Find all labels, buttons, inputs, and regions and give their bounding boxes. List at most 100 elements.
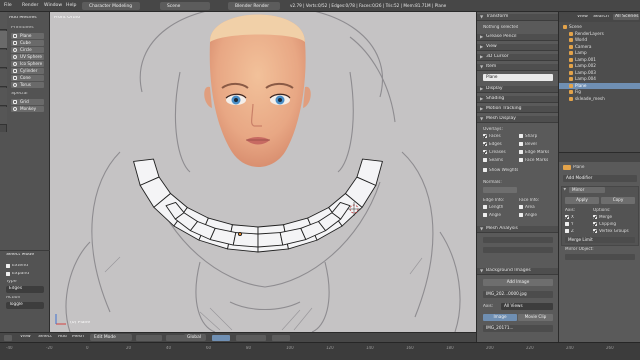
add-circle-button[interactable]: Circle <box>11 47 44 53</box>
type-select[interactable]: Edges <box>6 286 44 293</box>
3d-cursor-panel-header[interactable]: ▶ 3D Cursor <box>477 54 558 61</box>
item-panel-header[interactable]: ▼ Item <box>477 64 558 71</box>
creases-overlay-checkbox[interactable] <box>483 150 487 154</box>
orientation-select[interactable]: Global <box>184 334 206 341</box>
display-panel-header[interactable]: ▶ Display <box>477 86 558 93</box>
outliner-item[interactable]: Scene <box>559 24 640 30</box>
modifier-name-field[interactable]: Mirror <box>569 187 605 193</box>
outliner-item[interactable]: RenderLayers <box>559 31 640 37</box>
show-weights-checkbox[interactable] <box>483 168 487 172</box>
menu-view[interactable]: View <box>20 335 31 340</box>
axis-y-checkbox[interactable] <box>565 222 569 226</box>
mirror-object-field[interactable] <box>565 254 635 260</box>
clipping-checkbox[interactable] <box>593 222 597 226</box>
edit-mesh[interactable] <box>133 158 383 253</box>
image-file-select[interactable]: IMG_20171... <box>483 325 553 332</box>
bevel-overlay-checkbox[interactable] <box>519 142 523 146</box>
modifier-expand-arrow-icon[interactable]: ▼ <box>563 188 567 193</box>
edge-angle-checkbox[interactable] <box>483 213 487 217</box>
mesh-face[interactable] <box>232 232 259 248</box>
copy-button[interactable]: Copy <box>601 197 635 204</box>
outliner-item[interactable]: Lamp.001 <box>559 57 640 63</box>
shading-panel-header[interactable]: ▶ Shading <box>477 96 558 103</box>
menu-add[interactable]: Add <box>58 335 67 340</box>
add-ico-sphere-button[interactable]: Ico Sphere <box>11 61 44 67</box>
apply-button[interactable]: Apply <box>565 197 599 204</box>
outliner-item[interactable]: World <box>559 37 640 43</box>
menu-window[interactable]: Window <box>44 3 62 8</box>
add-cylinder-button[interactable]: Cylinder <box>11 68 44 74</box>
motion-tracking-panel-header[interactable]: ▶ Motion Tracking <box>477 106 558 113</box>
background-image-entry[interactable]: IMG_202...0000.jpg <box>483 291 553 298</box>
faces-overlay-checkbox[interactable] <box>483 134 487 138</box>
outliner-item[interactable]: Lamp.004 <box>559 76 640 82</box>
view-panel-header[interactable]: ▶ View <box>477 44 558 51</box>
scene-select[interactable]: Scene <box>160 2 210 10</box>
select-mode-buttons[interactable] <box>212 335 230 341</box>
select-mode-header[interactable]: Select Mode <box>6 253 34 258</box>
mesh-analysis-range[interactable] <box>483 247 553 253</box>
editor-type-icon[interactable] <box>4 335 12 341</box>
add-meshes-header[interactable]: Add Meshes <box>9 16 37 21</box>
sharp-overlay-checkbox[interactable] <box>519 134 523 138</box>
axis-select[interactable]: All Views <box>501 303 553 310</box>
viewport-shading-select[interactable] <box>136 335 162 341</box>
tab-relations[interactable] <box>0 50 7 68</box>
object-name-field[interactable]: Plane <box>483 74 553 81</box>
normals-buttons[interactable] <box>483 187 517 193</box>
merge-checkbox[interactable] <box>593 215 597 219</box>
seams-overlay-checkbox[interactable] <box>483 158 487 162</box>
render-engine-select[interactable]: Blender Render <box>228 2 280 10</box>
add-uv-sphere-button[interactable]: UV Sphere <box>11 54 44 60</box>
outliner-view-menu[interactable]: View <box>577 15 588 20</box>
menu-file[interactable]: File <box>4 3 12 8</box>
tab-tools[interactable] <box>0 12 7 30</box>
outliner-item[interactable]: skleade_mesh <box>559 96 640 102</box>
edges-overlay-checkbox[interactable] <box>483 142 487 146</box>
edge-length-checkbox[interactable] <box>483 205 487 209</box>
add-image-button[interactable]: Add Image <box>483 279 553 286</box>
add-torus-button[interactable]: Torus <box>11 82 44 88</box>
timeline[interactable]: -40 -20 0 20 40 60 80 100 120 140 160 180 200 220 240 2… <box>0 342 640 360</box>
action-select[interactable]: Toggle <box>6 302 44 309</box>
outliner-item[interactable]: Lamp.003 <box>559 70 640 76</box>
outliner-item[interactable]: Plane <box>559 82 640 89</box>
add-cube-button[interactable]: Cube <box>11 40 44 46</box>
vertex-groups-checkbox[interactable] <box>593 229 597 233</box>
axis-x-checkbox[interactable] <box>565 215 569 219</box>
mesh-display-panel-header[interactable]: ▼ Mesh Display <box>477 116 558 123</box>
image-source-tab[interactable]: Image <box>483 314 517 321</box>
outliner-item[interactable]: Camera <box>559 44 640 50</box>
display-mode-select[interactable]: All Scenes <box>613 14 639 20</box>
tab-options[interactable] <box>0 88 7 106</box>
menu-select[interactable]: Select <box>38 335 52 340</box>
selected-vertex[interactable] <box>237 231 243 237</box>
add-monkey-button[interactable]: Monkey <box>11 106 44 112</box>
face-marks-overlay-checkbox[interactable] <box>519 158 523 162</box>
movie-clip-source-tab[interactable]: Movie Clip <box>518 314 553 321</box>
add-grid-button[interactable]: Grid <box>11 99 44 105</box>
outliner-item[interactable]: Lamp <box>559 50 640 56</box>
expand-checkbox[interactable] <box>6 272 10 276</box>
axis-z-checkbox[interactable] <box>565 229 569 233</box>
face-angle-checkbox[interactable] <box>519 213 523 217</box>
menu-help[interactable]: Help <box>66 3 76 8</box>
mode-select[interactable]: Edit Mode <box>90 334 132 341</box>
menu-mesh[interactable]: Mesh <box>72 335 84 340</box>
grease-pencil-panel-header[interactable]: ▶ Grease Pencil <box>477 34 558 41</box>
outliner-item[interactable]: Lamp.002 <box>559 63 640 69</box>
menu-render[interactable]: Render <box>22 3 38 8</box>
mesh-face[interactable] <box>257 232 284 248</box>
add-cone-button[interactable]: Cone <box>11 75 44 81</box>
mesh-analysis-type-select[interactable] <box>483 237 553 243</box>
3d-viewport[interactable]: Front Ortho (0) Plane <box>50 12 476 332</box>
add-modifier-select[interactable]: Add Modifier <box>563 175 637 182</box>
face-area-checkbox[interactable] <box>519 205 523 209</box>
merge-limit-field[interactable]: Merge Limit <box>565 237 635 243</box>
mesh-analysis-panel-header[interactable]: ▼ Mesh Analysis <box>477 226 558 233</box>
edge-marks-overlay-checkbox[interactable] <box>519 150 523 154</box>
tab-shading-uvs[interactable] <box>0 69 7 87</box>
add-plane-button[interactable]: Plane <box>11 33 44 39</box>
properties-editor-tabs[interactable] <box>559 153 640 162</box>
tab-grease-pencil[interactable] <box>0 107 7 125</box>
